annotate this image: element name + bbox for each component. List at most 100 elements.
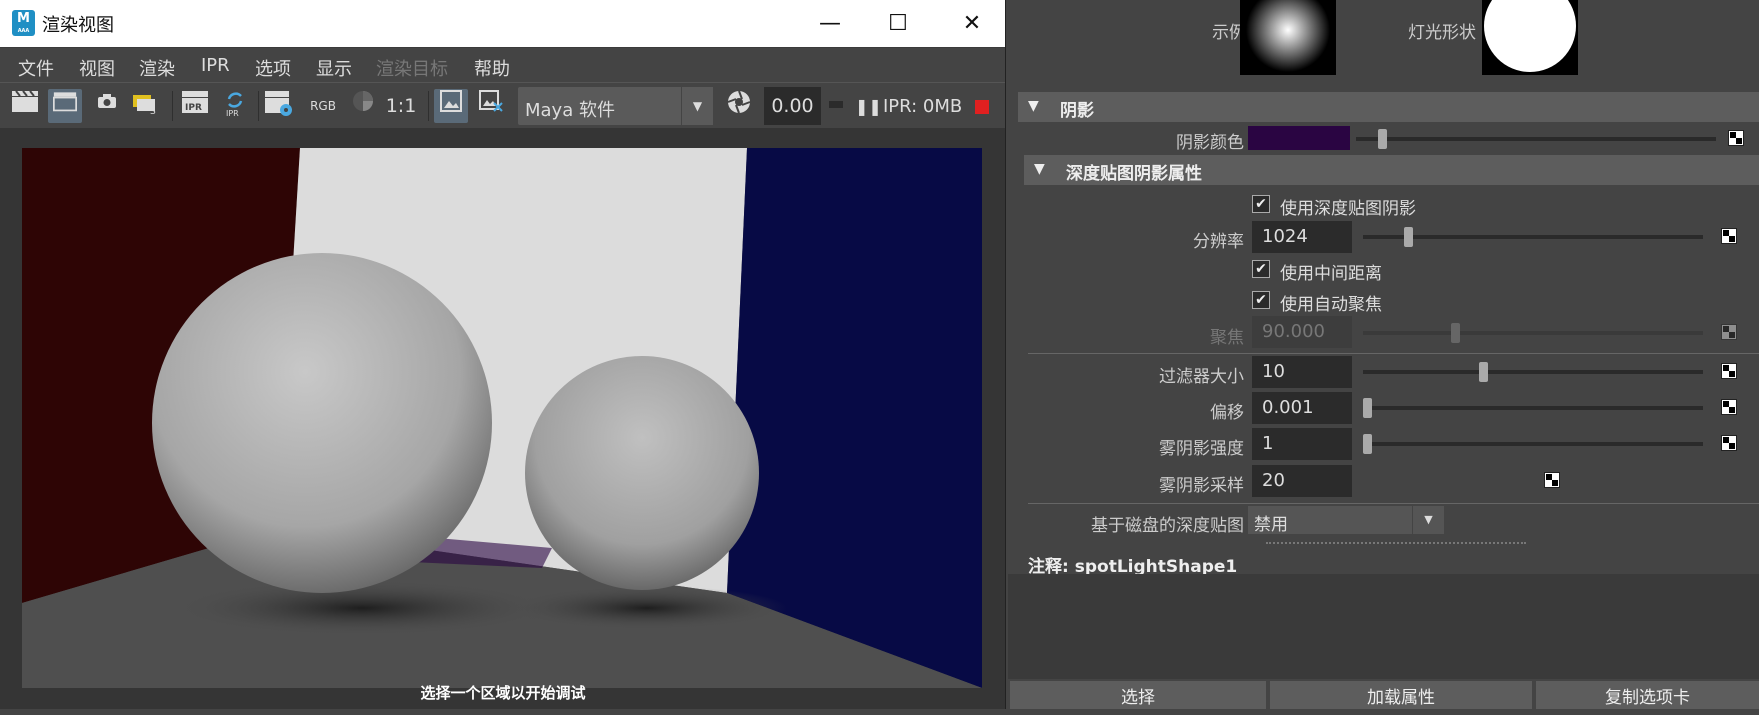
- divider: [1028, 353, 1759, 354]
- resolution-field[interactable]: 1024: [1252, 221, 1352, 253]
- filter-size-field[interactable]: 10: [1252, 356, 1352, 388]
- slider-handle: [1451, 323, 1461, 343]
- use-auto-focus-label: 使用自动聚焦: [1280, 295, 1382, 315]
- disk-based-value: 禁用: [1254, 515, 1288, 535]
- render-sequence-icon[interactable]: S: [128, 89, 162, 123]
- map-button-icon[interactable]: [1721, 399, 1737, 415]
- stop-render-button[interactable]: [975, 100, 989, 114]
- copy-tab-button[interactable]: 复制选项卡: [1536, 681, 1759, 709]
- pause-icon[interactable]: ❚❚: [855, 97, 882, 116]
- notes-textarea[interactable]: [1008, 574, 1759, 679]
- select-button[interactable]: 选择: [1010, 681, 1266, 709]
- rendered-image[interactable]: [22, 148, 982, 688]
- chevron-down-icon: ▼: [1412, 506, 1444, 534]
- large-sphere-shadow: [172, 580, 552, 636]
- light-shape-label: 灯光形状: [1408, 23, 1476, 43]
- map-button-icon: [1721, 324, 1737, 340]
- rgb-channel-button[interactable]: RGB: [306, 89, 340, 123]
- example-swatch: [1240, 0, 1336, 75]
- disk-based-dropdown[interactable]: 禁用 ▼: [1248, 506, 1444, 535]
- map-button-icon[interactable]: [1721, 228, 1737, 244]
- use-mid-dist-checkbox[interactable]: ✔: [1252, 260, 1270, 278]
- render-viewport[interactable]: 选择一个区域以开始调试: [0, 128, 1005, 709]
- menu-display[interactable]: 显示: [316, 55, 352, 81]
- slider-handle[interactable]: [1478, 362, 1488, 382]
- menu-help[interactable]: 帮助: [474, 55, 510, 81]
- example-label: 示例: [1212, 23, 1246, 43]
- collapse-triangle-icon: ▼: [1034, 161, 1045, 177]
- window-title: 渲染视图: [42, 15, 114, 36]
- title-bar[interactable]: M AAA 渲染视图 — ☐ ✕: [0, 0, 1005, 47]
- snapshot-icon[interactable]: [90, 89, 124, 123]
- shadow-color-slider[interactable]: [1356, 129, 1716, 149]
- light-shape-swatch: [1482, 0, 1578, 75]
- toolbar-divider: [258, 91, 259, 121]
- status-hint: 选择一个区域以开始调试: [420, 684, 586, 702]
- bias-slider[interactable]: [1363, 398, 1703, 418]
- slider-handle[interactable]: [1403, 227, 1413, 247]
- resize-handle[interactable]: [1266, 542, 1526, 544]
- map-button-icon[interactable]: [1544, 472, 1560, 488]
- bias-label: 偏移: [1210, 403, 1244, 423]
- attribute-editor: 示例 灯光形状 ▼ 阴影 阴影颜色 ▼ 深度贴图阴影属性 ✔ 使用深度贴图阴影 …: [1008, 0, 1759, 709]
- menu-render[interactable]: 渲染: [139, 55, 175, 81]
- render-region-icon[interactable]: [48, 89, 82, 123]
- resolution-label: 分辨率: [1193, 232, 1244, 252]
- keep-image-icon[interactable]: [434, 89, 468, 123]
- slider-handle[interactable]: [1377, 129, 1387, 149]
- svg-text:S: S: [150, 107, 156, 115]
- map-button-icon[interactable]: [1721, 363, 1737, 379]
- section-title: 深度贴图阴影属性: [1066, 164, 1202, 184]
- svg-text:IPR: IPR: [226, 109, 239, 117]
- remove-image-icon[interactable]: [474, 89, 508, 123]
- depth-map-section-header[interactable]: ▼ 深度贴图阴影属性: [1024, 155, 1759, 185]
- map-button-icon[interactable]: [1728, 130, 1744, 146]
- minimize-button[interactable]: —: [796, 0, 864, 47]
- time-field[interactable]: 0.00: [764, 87, 821, 125]
- use-depth-map-label: 使用深度贴图阴影: [1280, 199, 1416, 219]
- maximize-button[interactable]: ☐: [864, 0, 932, 47]
- large-sphere: [152, 253, 492, 593]
- alpha-channel-icon[interactable]: [346, 89, 380, 123]
- close-button[interactable]: ✕: [938, 0, 1005, 47]
- menu-view[interactable]: 视图: [79, 55, 115, 81]
- renderer-value: Maya 软件: [525, 100, 615, 121]
- resolution-slider[interactable]: [1363, 227, 1703, 247]
- refresh-ipr-icon[interactable]: IPR: [218, 89, 252, 123]
- fog-intensity-slider[interactable]: [1363, 434, 1703, 454]
- shadow-color-swatch[interactable]: [1248, 126, 1350, 150]
- load-attributes-button[interactable]: 加载属性: [1270, 681, 1532, 709]
- maya-app-icon: M AAA: [12, 10, 35, 36]
- menu-ipr[interactable]: IPR: [201, 55, 230, 76]
- use-depth-map-checkbox[interactable]: ✔: [1252, 195, 1270, 213]
- menu-render-target: 渲染目标: [376, 59, 448, 80]
- render-frame-icon[interactable]: [8, 89, 42, 123]
- aperture-icon[interactable]: [722, 89, 756, 123]
- toolbar-divider: [428, 91, 429, 121]
- focus-label: 聚焦: [1210, 328, 1244, 348]
- filter-size-label: 过滤器大小: [1159, 367, 1244, 387]
- render-toolbar: S IPR IPR RGB 1:1 Maya 软件 ▼ 0.00 ❚❚ IPR:…: [0, 82, 1005, 128]
- shadows-section-header[interactable]: ▼ 阴影: [1018, 92, 1759, 122]
- real-size-button[interactable]: 1:1: [384, 89, 418, 123]
- render-view-window: M AAA 渲染视图 — ☐ ✕ 文件 视图 渲染 IPR 选项 显示 渲染目标 …: [0, 0, 1006, 709]
- renderer-dropdown[interactable]: Maya 软件 ▼: [518, 87, 713, 125]
- use-auto-focus-checkbox[interactable]: ✔: [1252, 291, 1270, 309]
- divider: [1028, 503, 1759, 504]
- fog-samples-field[interactable]: 20: [1252, 465, 1352, 497]
- disk-based-label: 基于磁盘的深度贴图: [1091, 516, 1244, 536]
- chevron-down-icon: ▼: [681, 87, 713, 125]
- menu-file[interactable]: 文件: [18, 55, 54, 81]
- ipr-render-icon[interactable]: IPR: [178, 89, 212, 123]
- small-sphere: [525, 356, 759, 590]
- render-settings-icon[interactable]: [262, 89, 296, 123]
- toolbar-divider: [172, 91, 173, 121]
- fog-intensity-field[interactable]: 1: [1252, 428, 1352, 460]
- menu-options[interactable]: 选项: [255, 55, 291, 81]
- filter-size-slider[interactable]: [1363, 362, 1703, 382]
- map-button-icon[interactable]: [1721, 435, 1737, 451]
- slider-handle[interactable]: [1363, 398, 1372, 418]
- collapse-triangle-icon: ▼: [1028, 98, 1039, 114]
- bias-field[interactable]: 0.001: [1252, 392, 1352, 424]
- slider-handle[interactable]: [1363, 434, 1372, 454]
